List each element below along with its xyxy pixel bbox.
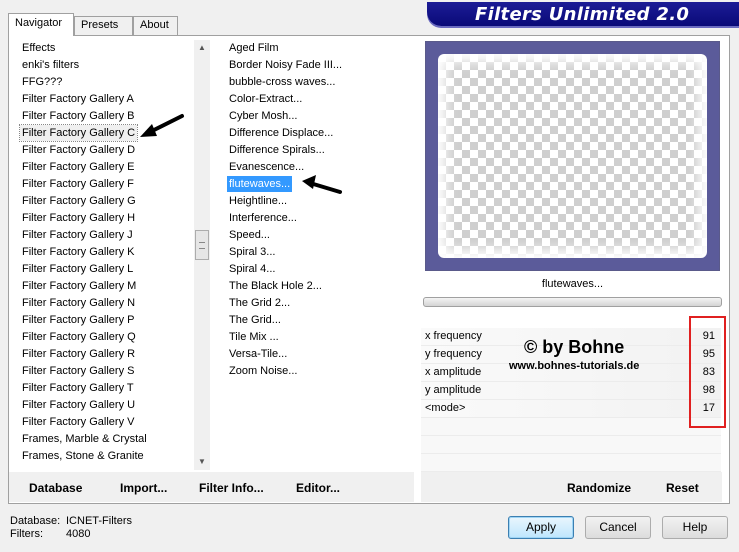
category-item[interactable]: Effects [20, 40, 57, 56]
tab-navigator[interactable]: Navigator [8, 13, 74, 36]
status-filters-key: Filters: [10, 528, 43, 540]
database-button[interactable]: Database [29, 481, 82, 495]
watermark-copyright: © by Bohne [524, 337, 625, 357]
parameter-label: x frequency [425, 330, 482, 342]
filter-item[interactable]: The Black Hole 2... [227, 278, 324, 294]
category-item[interactable]: Filter Factory Gallery G [20, 193, 138, 209]
randomize-button[interactable]: Randomize [567, 481, 631, 495]
tab-about[interactable]: About [133, 16, 178, 35]
filter-item[interactable]: Color-Extract... [227, 91, 304, 107]
filter-item[interactable]: flutewaves... [227, 176, 293, 192]
filter-item[interactable]: Speed... [227, 227, 272, 243]
category-item[interactable]: Filter Factory Gallery C [18, 124, 139, 142]
parameter-slider[interactable]: <mode> 17 [421, 400, 721, 418]
reset-button[interactable]: Reset [666, 481, 699, 495]
category-item[interactable]: Filter Factory Gallery D [20, 142, 137, 158]
preview-canvas [438, 54, 707, 258]
parameter-label: y frequency [425, 348, 482, 360]
filter-item[interactable]: Border Noisy Fade III... [227, 57, 344, 73]
tab-presets[interactable]: Presets [74, 16, 133, 35]
value-highlight-box [689, 316, 726, 428]
category-scrollbar[interactable]: ▲ ▼ [194, 40, 210, 470]
category-item[interactable]: Filter Factory Gallery S [20, 363, 136, 379]
category-item[interactable]: enki's filters [20, 57, 81, 73]
help-button[interactable]: Help [662, 516, 728, 539]
scroll-down-arrow-icon[interactable]: ▼ [194, 454, 210, 470]
empty-slider-slot [421, 418, 721, 436]
filter-item[interactable]: Difference Displace... [227, 125, 335, 141]
filter-item[interactable]: The Grid 2... [227, 295, 292, 311]
watermark-url: www.bohnes-tutorials.de [509, 360, 640, 372]
filter-preview [425, 41, 720, 271]
category-item[interactable]: Filter Factory Gallery T [20, 380, 136, 396]
filter-item[interactable]: The Grid... [227, 312, 283, 328]
status-database-value: ICNET-Filters [66, 515, 132, 527]
status-database-key: Database: [10, 515, 61, 527]
filter-list[interactable]: Aged Film Border Noisy Fade III... bubble-… [218, 38, 414, 470]
filter-item[interactable]: Spiral 3... [227, 244, 277, 260]
scroll-up-arrow-icon[interactable]: ▲ [194, 40, 210, 56]
category-item[interactable]: Filter Factory Gallery R [20, 346, 137, 362]
apply-button[interactable]: Apply [508, 516, 574, 539]
category-item[interactable]: Filter Factory Gallery K [20, 244, 136, 260]
editor-button[interactable]: Editor... [296, 481, 340, 495]
filter-item[interactable]: Heightline... [227, 193, 289, 209]
parameter-label: y amplitude [425, 384, 482, 396]
filter-item[interactable]: Zoom Noise... [227, 363, 299, 379]
app-banner: Filters Unlimited 2.0 [427, 2, 739, 26]
category-item[interactable]: Filter Factory Gallery V [20, 414, 136, 430]
filter-item[interactable]: Spiral 4... [227, 261, 277, 277]
category-item[interactable]: Filter Factory Gallery E [20, 159, 136, 175]
preview-label: flutewaves... [541, 278, 604, 290]
category-item[interactable]: Filter Factory Gallery U [20, 397, 137, 413]
category-item[interactable]: Frames, Marble & Crystal [20, 431, 149, 447]
category-item[interactable]: Filter Factory Gallery L [20, 261, 135, 277]
scrollbar-thumb[interactable] [195, 230, 209, 260]
black-arrow-icon [302, 175, 342, 194]
cancel-button[interactable]: Cancel [585, 516, 651, 539]
import-button[interactable]: Import... [120, 481, 167, 495]
filter-item[interactable]: Difference Spirals... [227, 142, 327, 158]
filter-item[interactable]: Versa-Tile... [227, 346, 289, 362]
parameter-slider[interactable]: y amplitude 98 [421, 382, 721, 400]
parameter-label: <mode> [425, 402, 466, 414]
filter-item[interactable]: Interference... [227, 210, 299, 226]
filter-item[interactable]: Cyber Mosh... [227, 108, 299, 124]
status-info: Database: ICNET-Filters Filters: 4080 [10, 515, 132, 541]
category-item[interactable]: Filter Factory Gallery B [20, 108, 136, 124]
category-list[interactable]: Effects enki's filters FFG??? Filter Factor… [10, 38, 210, 470]
category-item[interactable]: Filter Factory Gallery J [20, 227, 135, 243]
category-item[interactable]: Filter Factory Gallery N [20, 295, 137, 311]
status-filters-value: 4080 [66, 528, 91, 540]
filter-item[interactable]: Aged Film [227, 40, 281, 56]
filter-item[interactable]: Evanescence... [227, 159, 306, 175]
filter-item[interactable]: Tile Mix ... [227, 329, 281, 345]
preview-zoom-bar[interactable] [423, 297, 722, 307]
filter-info-button[interactable]: Filter Info... [199, 481, 264, 495]
parameter-label: x amplitude [425, 366, 482, 378]
category-item[interactable]: FFG??? [20, 74, 64, 90]
banner-title: Filters Unlimited 2.0 [475, 4, 690, 25]
empty-slider-slot [421, 454, 721, 472]
category-item[interactable]: Filter Factory Gallery P [20, 312, 136, 328]
black-arrow-icon [140, 114, 184, 137]
category-item[interactable]: Filter Factory Gallery Q [20, 329, 138, 345]
category-item[interactable]: Filter Factory Gallery A [20, 91, 136, 107]
empty-slider-slot [421, 436, 721, 454]
filter-item[interactable]: bubble-cross waves... [227, 74, 337, 90]
category-item[interactable]: Filter Factory Gallery M [20, 278, 138, 294]
category-item[interactable]: Frames, Stone & Granite [20, 448, 146, 464]
category-item[interactable]: Filter Factory Gallery F [20, 176, 136, 192]
category-item[interactable]: Filter Factory Gallery H [20, 210, 137, 226]
